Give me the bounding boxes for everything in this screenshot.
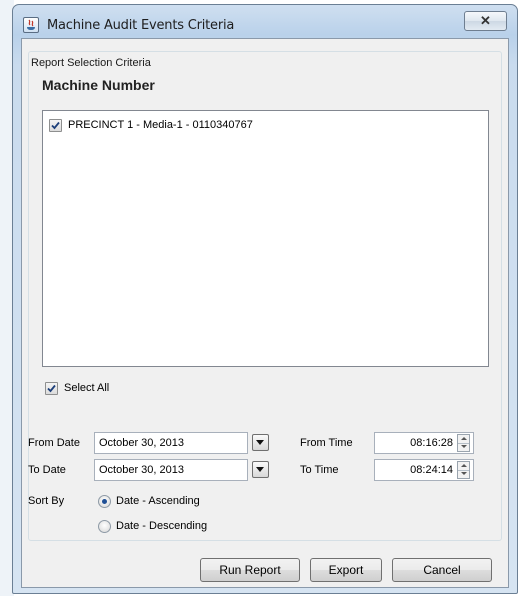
group-label: Report Selection Criteria: [31, 57, 153, 69]
machine-number-heading: Machine Number: [42, 77, 155, 93]
to-time-spinner[interactable]: [457, 461, 470, 479]
machine-label: PRECINCT 1 - Media-1 - 0110340767: [68, 119, 253, 131]
to-time-label: To Time: [300, 464, 339, 476]
dialog-window: Machine Audit Events Criteria ✕ Report S…: [12, 4, 518, 594]
dialog-client-area: Report Selection Criteria Machine Number…: [21, 38, 509, 588]
machine-checkbox[interactable]: [49, 119, 62, 132]
export-button[interactable]: Export: [310, 558, 382, 582]
checkmark-icon: [47, 384, 56, 393]
select-all-label[interactable]: Select All: [64, 382, 109, 394]
from-date-label: From Date: [28, 437, 80, 449]
window-title: Machine Audit Events Criteria: [47, 18, 235, 33]
sort-by-label: Sort By: [28, 495, 65, 507]
run-report-button[interactable]: Run Report: [200, 558, 300, 582]
checkmark-icon: [51, 121, 60, 130]
machine-list[interactable]: PRECINCT 1 - Media-1 - 0110340767: [42, 110, 489, 367]
select-all-checkbox[interactable]: [45, 382, 58, 395]
from-date-field[interactable]: October 30, 2013: [94, 432, 248, 454]
chevron-down-icon[interactable]: [252, 434, 269, 451]
close-button[interactable]: ✕: [464, 11, 507, 31]
sort-descending-label[interactable]: Date - Descending: [116, 520, 207, 532]
from-time-label: From Time: [300, 437, 353, 449]
cancel-button[interactable]: Cancel: [392, 558, 492, 582]
spin-down-icon[interactable]: [458, 443, 469, 451]
title-bar[interactable]: Machine Audit Events Criteria ✕: [13, 5, 517, 39]
spin-down-icon[interactable]: [458, 470, 469, 478]
chevron-down-icon[interactable]: [252, 461, 269, 478]
sort-ascending-label[interactable]: Date - Ascending: [116, 495, 200, 507]
java-app-icon: [23, 17, 39, 33]
sort-descending-radio[interactable]: [98, 520, 111, 533]
to-date-label: To Date: [28, 464, 66, 476]
sort-ascending-radio[interactable]: [98, 495, 111, 508]
to-date-field[interactable]: October 30, 2013: [94, 459, 248, 481]
from-time-spinner[interactable]: [457, 434, 470, 452]
close-icon: ✕: [480, 13, 491, 28]
